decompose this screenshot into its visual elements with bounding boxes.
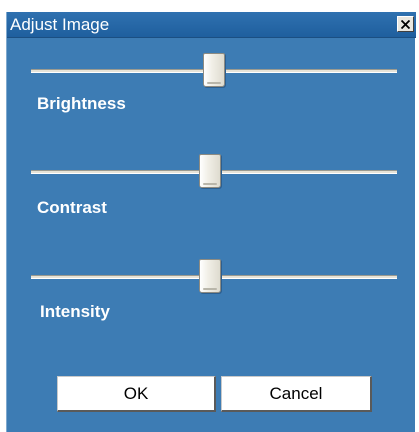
close-icon <box>401 20 410 29</box>
brightness-label: Brightness <box>37 94 126 113</box>
contrast-slider[interactable] <box>31 154 397 188</box>
title-bar[interactable]: Adjust Image <box>7 12 416 38</box>
intensity-slider[interactable] <box>31 259 397 293</box>
intensity-slider-thumb[interactable] <box>199 259 222 293</box>
brightness-slider-thumb[interactable] <box>203 53 225 87</box>
brightness-slider[interactable] <box>31 53 397 87</box>
adjust-image-dialog: Adjust Image Brightness Contrast Intensi… <box>6 12 416 432</box>
contrast-label: Contrast <box>37 198 107 217</box>
contrast-slider-thumb[interactable] <box>199 154 222 188</box>
window-title: Adjust Image <box>10 15 110 34</box>
intensity-label: Intensity <box>40 302 110 321</box>
cancel-button[interactable]: Cancel <box>221 376 372 412</box>
close-button[interactable] <box>397 16 414 32</box>
ok-button[interactable]: OK <box>57 376 216 412</box>
